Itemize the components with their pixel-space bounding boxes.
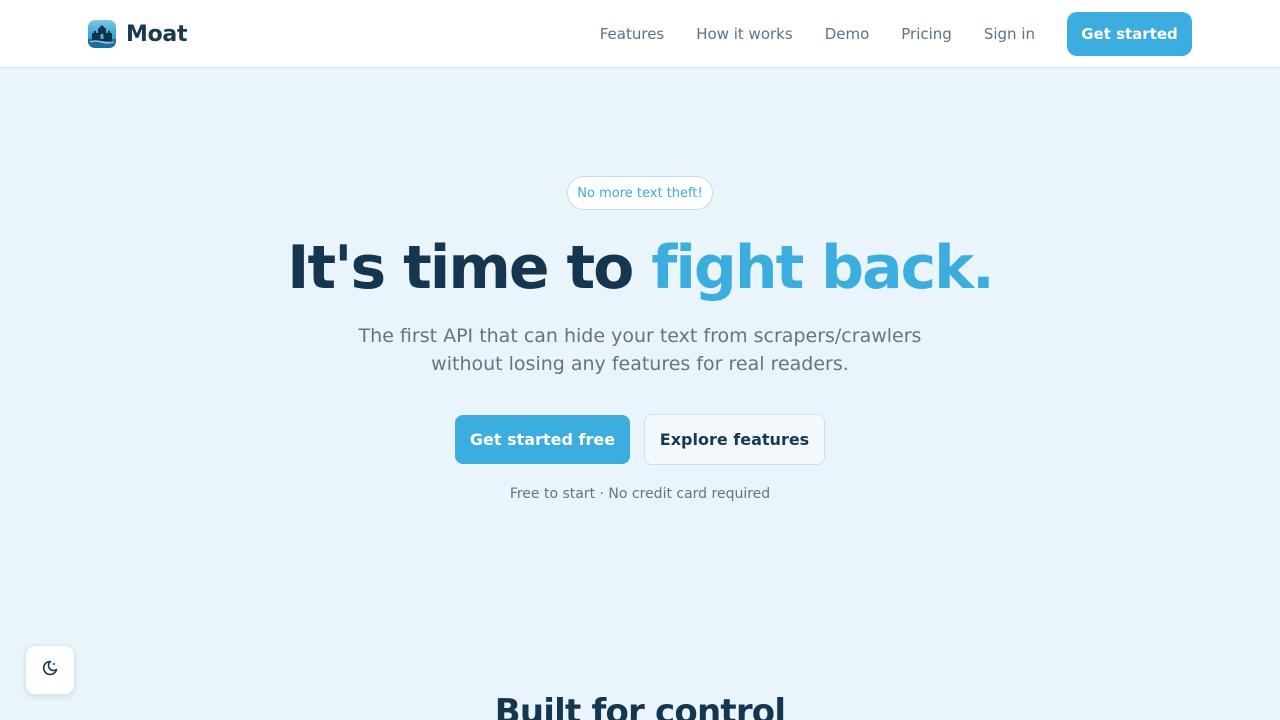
get-started-free-button[interactable]: Get started free — [455, 415, 630, 464]
moat-castle-logo-icon — [88, 20, 116, 48]
hero-note: Free to start · No credit card required — [509, 486, 771, 502]
theme-toggle-button[interactable] — [25, 645, 75, 695]
section-title: Built for control — [494, 692, 786, 720]
hero-title-accent: fight back. — [651, 233, 995, 303]
nav-item-sign-in[interactable]: Sign in — [984, 25, 1035, 43]
moon-sparkle-icon — [41, 659, 59, 681]
hero-subtitle: The first API that can hide your text fr… — [0, 322, 1280, 378]
brand-name: Moat — [126, 21, 188, 47]
hero-subtitle-line-2: without losing any features for real rea… — [431, 353, 849, 375]
hero-title: It's time to fight back. — [0, 230, 1280, 306]
brand-link[interactable]: Moat — [88, 20, 187, 48]
hero-title-main: It's time to — [287, 233, 652, 303]
main-nav: Features How it works Demo Pricing Sign … — [568, 0, 1035, 68]
nav-item-how-it-works[interactable]: How it works — [696, 25, 792, 43]
hero-subtitle-line-1: The first API that can hide your text fr… — [358, 325, 922, 347]
explore-features-button[interactable]: Explore features — [644, 414, 825, 465]
hero-badge: No more text theft! — [567, 176, 713, 210]
nav-item-demo[interactable]: Demo — [825, 25, 870, 43]
get-started-button[interactable]: Get started — [1067, 12, 1192, 56]
nav-item-features[interactable]: Features — [600, 25, 665, 43]
site-header: Moat Features How it works Demo Pricing … — [0, 0, 1280, 68]
nav-item-pricing[interactable]: Pricing — [901, 25, 952, 43]
